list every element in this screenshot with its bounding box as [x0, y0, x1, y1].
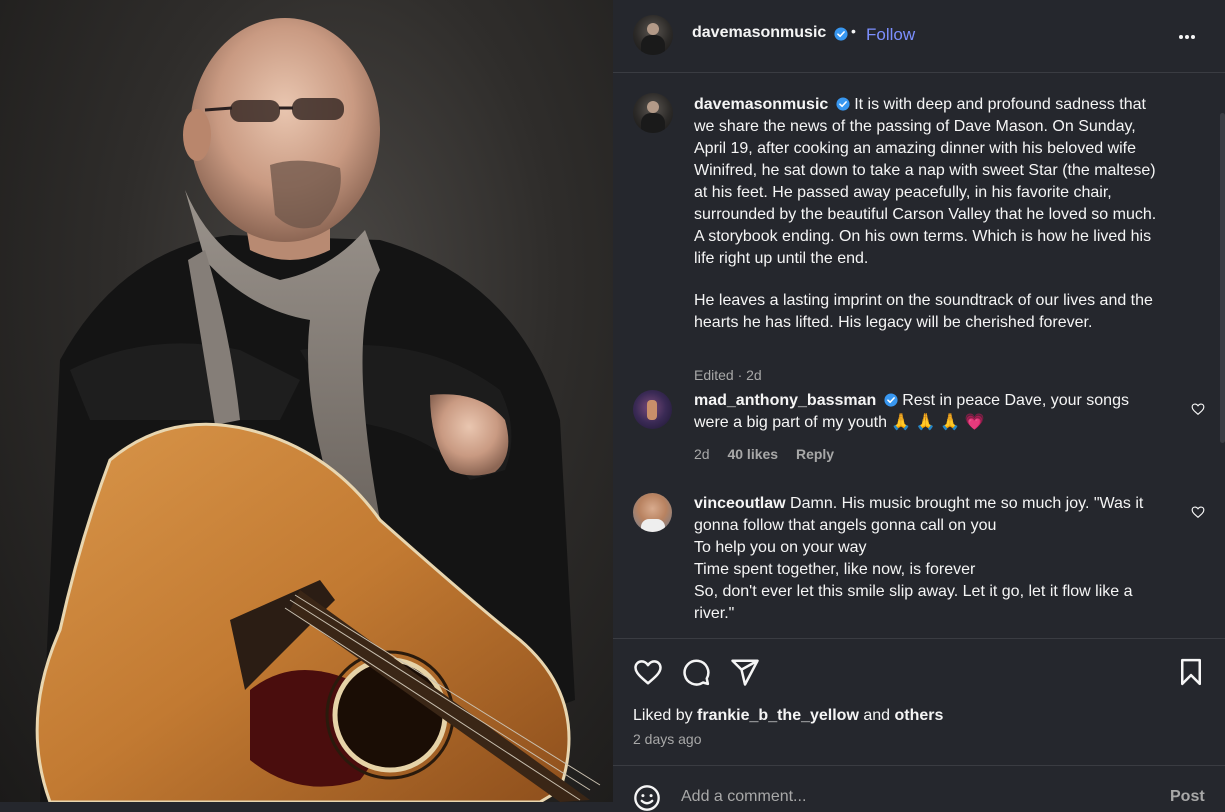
- comment-line: river.": [694, 605, 735, 622]
- caption-username[interactable]: davemasonmusic: [694, 96, 828, 113]
- comment-line: were a big part of my youth 🙏 🙏 🙏 💗: [694, 414, 985, 431]
- comment-meta: 2d 40 likes Reply: [694, 446, 834, 462]
- heart-icon[interactable]: [633, 657, 663, 687]
- commenter-username[interactable]: vinceoutlaw: [694, 495, 786, 512]
- liked-by-prefix: Liked by: [633, 707, 693, 724]
- caption-line: Winifred, he sat down to take a nap with…: [694, 162, 1156, 179]
- verified-badge-icon: [834, 27, 848, 41]
- post-photo: [0, 0, 613, 802]
- post-comment-button[interactable]: Post: [1170, 788, 1205, 806]
- comments-scroll-area[interactable]: davemasonmusic It is with deep and profo…: [613, 73, 1225, 638]
- caption-line: hearts he has lifted. His legacy will be…: [694, 314, 1093, 331]
- comment-line: gonna follow that angels gonna call on y…: [694, 517, 997, 534]
- share-icon[interactable]: [730, 657, 760, 687]
- avatar-head: [647, 23, 659, 35]
- avatar-body: [641, 113, 665, 133]
- verified-badge-icon: [884, 393, 898, 407]
- comment-line: Damn. His music brought me so much joy. …: [790, 495, 1144, 512]
- liked-by-others[interactable]: others: [895, 707, 944, 724]
- comment-icon[interactable]: [681, 657, 711, 687]
- avatar-body: [641, 35, 665, 55]
- commenter-avatar[interactable]: [633, 493, 672, 532]
- follow-button[interactable]: Follow: [866, 25, 915, 45]
- caption-line: It is with deep and profound sadness tha…: [854, 96, 1146, 113]
- liked-by-and: and: [863, 707, 891, 724]
- caption-line: we share the news of the passing of Dave…: [694, 118, 1136, 135]
- avatar-head: [647, 101, 659, 113]
- post-details-panel: davemasonmusic • Follow davemasonmusic I…: [613, 0, 1225, 811]
- emoji-icon[interactable]: [633, 784, 661, 812]
- comment-text: mad_anthony_bassman Rest in peace Dave, …: [694, 390, 1174, 434]
- comment-like-heart-icon[interactable]: [1191, 402, 1205, 416]
- caption-edited-meta: Edited · 2d: [694, 367, 762, 383]
- comment-line: Rest in peace Dave, your songs: [902, 392, 1129, 409]
- post-time-ago: 2 days ago: [633, 731, 702, 747]
- caption-line: He leaves a lasting imprint on the sound…: [694, 292, 1153, 309]
- post-caption: davemasonmusic It is with deep and profo…: [694, 94, 1194, 383]
- author-avatar[interactable]: [633, 15, 673, 55]
- caption-line: life right up until the end.: [694, 250, 869, 267]
- caption-avatar[interactable]: [633, 93, 673, 133]
- scrollbar[interactable]: [1220, 113, 1225, 443]
- comment-line: So, don't ever let this smile slip away.…: [694, 583, 1133, 600]
- comment-line: To help you on your way: [694, 539, 867, 556]
- caption-line: April 19, after cooking an amazing dinne…: [694, 140, 1137, 157]
- reply-button[interactable]: Reply: [796, 446, 834, 462]
- caption-line: surrounded by the beautiful Carson Valle…: [694, 206, 1157, 223]
- add-comment-row: Add a comment... Post: [613, 765, 1225, 811]
- caption-line: A storybook ending. On his own terms. Wh…: [694, 228, 1152, 245]
- liked-by-summary: Liked by frankie_b_the_yellow and others: [633, 707, 943, 725]
- caption-line: at his feet. He passed away peacefully, …: [694, 184, 1112, 201]
- post-actions: Liked by frankie_b_the_yellow and others…: [613, 638, 1225, 811]
- separator-dot: •: [851, 23, 856, 39]
- photo-artwork: [35, 18, 601, 802]
- commenter-username[interactable]: mad_anthony_bassman: [694, 392, 876, 409]
- verified-badge-icon: [836, 97, 850, 111]
- comment-likes-count[interactable]: 40 likes: [727, 446, 778, 462]
- more-options-icon[interactable]: [1179, 26, 1201, 40]
- comment-age: 2d: [694, 446, 710, 462]
- liked-by-user[interactable]: frankie_b_the_yellow: [697, 707, 859, 724]
- comment-like-heart-icon[interactable]: [1191, 505, 1205, 519]
- bookmark-icon[interactable]: [1176, 657, 1206, 687]
- comment-line: Time spent together, like now, is foreve…: [694, 561, 976, 578]
- author-username[interactable]: davemasonmusic: [692, 24, 826, 42]
- comment-text: vinceoutlaw Damn. His music brought me s…: [694, 493, 1174, 625]
- commenter-avatar[interactable]: [633, 390, 672, 429]
- post-header: davemasonmusic • Follow: [613, 0, 1225, 73]
- add-comment-input[interactable]: Add a comment...: [681, 788, 806, 806]
